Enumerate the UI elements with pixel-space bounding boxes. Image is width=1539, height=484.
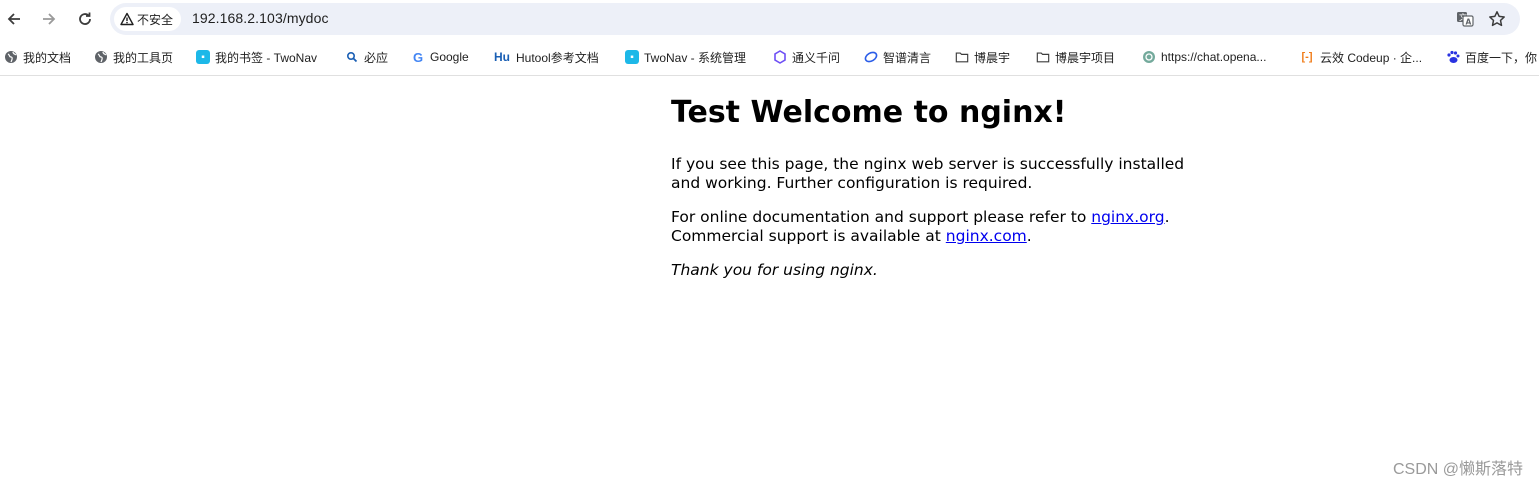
back-button[interactable]	[2, 7, 26, 31]
warning-icon	[120, 12, 134, 26]
globe-icon	[94, 50, 108, 64]
bookmarks-bar: 我的文档 我的工具页 ▪ 我的书签 - TwoNav 必应 G Google H…	[0, 38, 1539, 76]
svg-text:A: A	[1466, 18, 1472, 27]
reload-icon	[79, 12, 91, 25]
url-text[interactable]: 192.168.2.103/mydoc	[192, 10, 329, 26]
tongyi-icon	[773, 50, 787, 64]
security-chip[interactable]: 不安全	[114, 7, 182, 31]
star-icon[interactable]	[1487, 9, 1507, 29]
codeup-icon: [-]	[1301, 51, 1313, 63]
watermark: CSDN @懒斯落特	[1392, 461, 1523, 478]
bookmark-item[interactable]: [-] 云效 Codeup · 企...	[1299, 47, 1423, 67]
translate-icon[interactable]: 文A	[1455, 9, 1475, 29]
folder-icon	[955, 50, 969, 64]
baidu-icon	[1446, 50, 1460, 64]
bookmark-item[interactable]: G Google	[411, 47, 469, 67]
bookmark-item[interactable]: ▪ 我的书签 - TwoNav	[196, 47, 317, 67]
folder-icon	[1036, 50, 1050, 64]
arrow-right-icon	[43, 13, 56, 25]
bookmark-item[interactable]: 博晨宇	[955, 47, 1010, 67]
google-icon: G	[412, 49, 424, 65]
address-bar[interactable]: 不安全 192.168.2.103/mydoc 文A	[110, 3, 1520, 35]
bookmark-item[interactable]: 我的文档	[4, 47, 71, 67]
security-label: 不安全	[137, 12, 174, 27]
browser-toolbar: 不安全 192.168.2.103/mydoc 文A	[0, 0, 1539, 38]
forward-button[interactable]	[37, 7, 61, 31]
page-title: Test Welcome to nginx!	[671, 95, 1067, 130]
zhipu-icon	[864, 50, 878, 64]
globe-icon	[4, 50, 18, 64]
page-content: Test Welcome to nginx! If you see this p…	[671, 95, 1191, 295]
search-icon	[345, 50, 359, 64]
hutool-icon: Hu	[494, 50, 510, 64]
bookmark-item[interactable]: Hu Hutool参考文档	[493, 47, 599, 67]
bookmark-item[interactable]: 必应	[345, 47, 388, 67]
bookmark-item[interactable]: ▪ TwoNav - 系统管理	[625, 47, 746, 67]
openai-icon	[1142, 50, 1156, 64]
bookmark-item[interactable]: https://chat.opena...	[1142, 47, 1266, 67]
reload-button[interactable]	[73, 7, 97, 31]
nginx-com-link[interactable]: nginx.com	[946, 227, 1027, 245]
thanks-paragraph: Thank you for using nginx.	[671, 261, 878, 279]
bookmark-item[interactable]: 百度一下，你	[1446, 47, 1537, 67]
arrow-left-icon	[7, 13, 20, 25]
bookmark-item[interactable]: 我的工具页	[94, 47, 173, 67]
twonav-icon: ▪	[625, 50, 639, 64]
bookmark-item[interactable]: 博晨宇项目	[1036, 47, 1115, 67]
nginx-org-link[interactable]: nginx.org	[1091, 208, 1164, 226]
bookmark-item[interactable]: 智谱清言	[864, 47, 931, 67]
docs-paragraph: For online documentation and support ple…	[671, 208, 1170, 245]
intro-paragraph: If you see this page, the nginx web serv…	[671, 155, 1185, 192]
bookmark-item[interactable]: 通义千问	[773, 47, 840, 67]
twonav-icon: ▪	[196, 50, 210, 64]
